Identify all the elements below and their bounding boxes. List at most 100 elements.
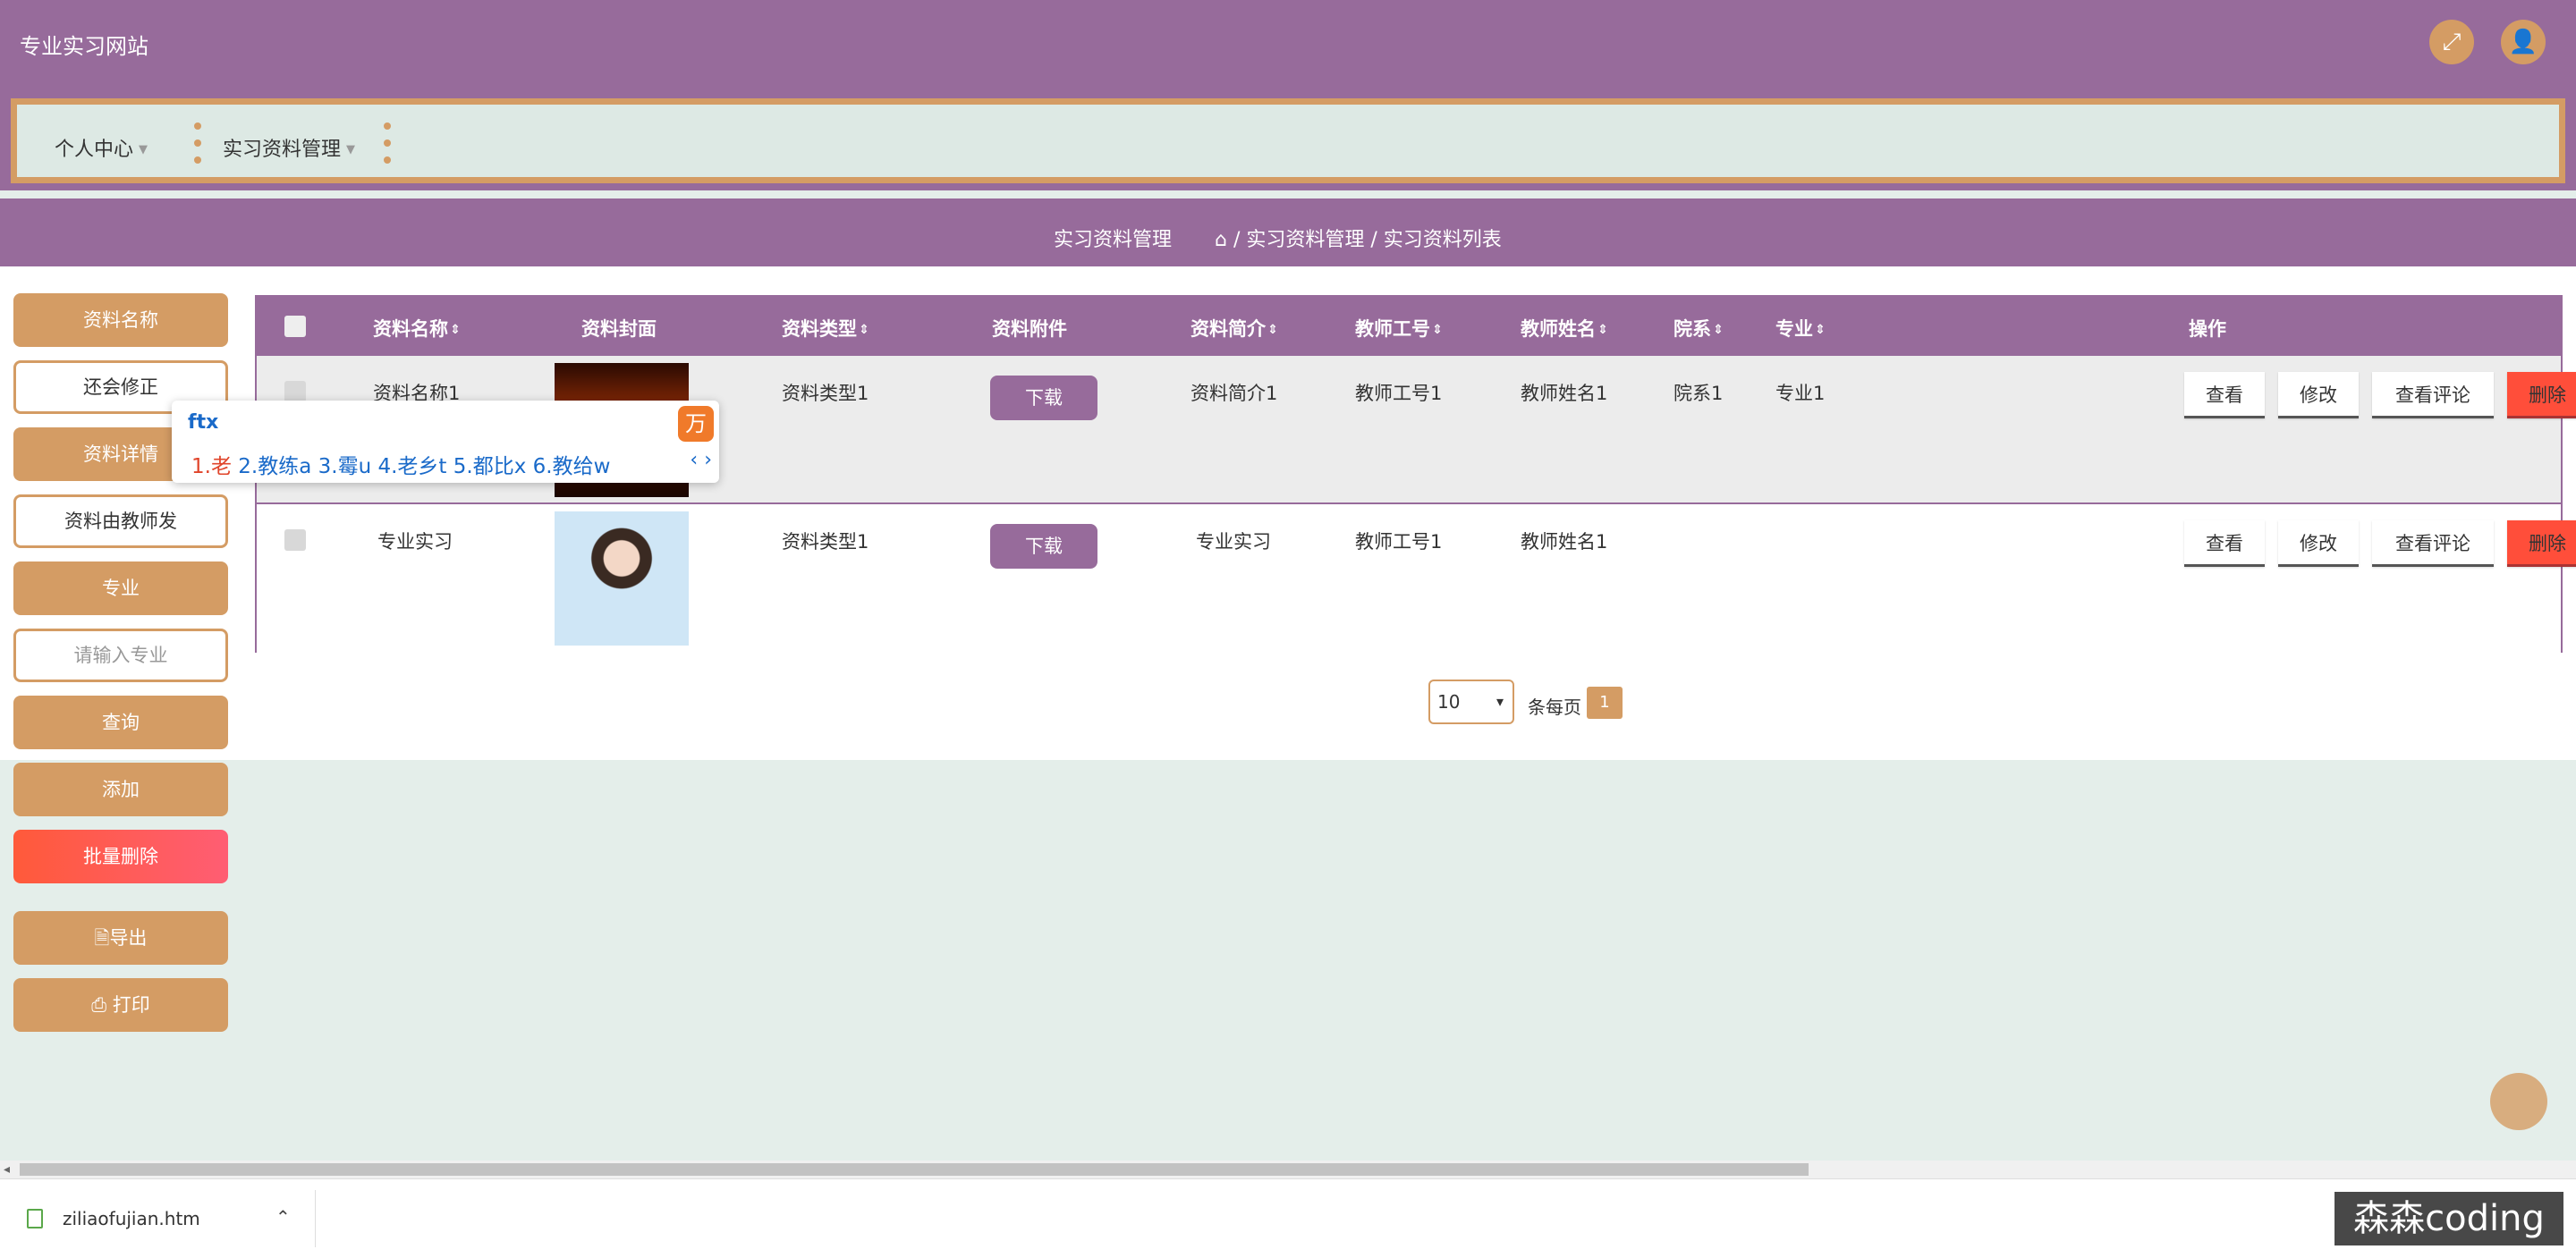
- row-checkbox[interactable]: [284, 381, 306, 402]
- site-title: 专业实习网站: [20, 34, 148, 59]
- column-header[interactable]: 院系 ⇕: [1674, 315, 1724, 342]
- cell-major: 专业1: [1775, 383, 1826, 404]
- sort-icon: ⇕: [1713, 323, 1724, 337]
- ime-candidate[interactable]: 2.教练a: [238, 455, 311, 478]
- page-title: 实习资料管理: [1054, 229, 1173, 251]
- column-header[interactable]: 专业 ⇕: [1775, 315, 1826, 342]
- select-all-checkbox[interactable]: [284, 316, 306, 337]
- print-button[interactable]: ⎙ 打印: [13, 978, 228, 1032]
- query-button[interactable]: 查询: [13, 696, 228, 749]
- chevron-up-icon[interactable]: ⌃: [275, 1206, 291, 1228]
- cell-type: 资料类型1: [782, 383, 869, 404]
- watermark: 森森coding: [2334, 1192, 2563, 1245]
- scroll-left-icon[interactable]: ◂: [4, 1161, 10, 1178]
- menu-item-material-management[interactable]: 实习资料管理 ▼: [223, 133, 355, 162]
- page-size-value: 10: [1437, 691, 1461, 713]
- row-checkbox[interactable]: [284, 529, 306, 551]
- sort-icon: ⇕: [859, 323, 869, 337]
- caret-down-icon: ▼: [346, 143, 356, 156]
- breadcrumb: ⌂ / 实习资料管理 / 实习资料列表: [1215, 224, 1502, 252]
- cell-intro: 资料简介1: [1191, 383, 1278, 404]
- page-size-select[interactable]: 10 ▾: [1428, 680, 1514, 724]
- cell-name: 专业实习: [377, 531, 453, 553]
- ime-candidate[interactable]: 5.都比x: [453, 455, 527, 478]
- print-label: 打印: [112, 994, 150, 1016]
- edit-button[interactable]: 修改: [2278, 372, 2359, 418]
- column-header[interactable]: 教师姓名 ⇕: [1521, 315, 1608, 342]
- delete-button[interactable]: 删除: [2507, 520, 2576, 567]
- chevron-down-icon: ▾: [1496, 693, 1504, 710]
- major-input[interactable]: 请输入专业: [13, 629, 228, 682]
- export-icon: 🗎: [94, 927, 110, 949]
- breadcrumb-band: 实习资料管理 ⌂ / 实习资料管理 / 实习资料列表: [0, 198, 2576, 266]
- print-icon: ⎙: [91, 994, 107, 1016]
- file-icon: [27, 1209, 43, 1228]
- cell-dept: 院系1: [1674, 383, 1724, 404]
- edit-button[interactable]: 修改: [2278, 520, 2359, 567]
- add-button[interactable]: 添加: [13, 763, 228, 816]
- menu-item-label: 实习资料管理: [223, 139, 342, 161]
- delete-button[interactable]: 删除: [2507, 372, 2576, 418]
- download-filename: ziliaofujian.htm: [63, 1208, 200, 1229]
- sort-icon: ⇕: [1815, 323, 1826, 337]
- ime-candidate[interactable]: 3.霉u: [318, 455, 372, 478]
- cell-teacher-name: 教师姓名1: [1521, 383, 1608, 404]
- cover-image: [555, 511, 689, 646]
- cell-teacher-name: 教师姓名1: [1521, 531, 1608, 553]
- download-button[interactable]: 下载: [990, 376, 1097, 420]
- ime-candidate[interactable]: 6.教给w: [533, 455, 611, 478]
- name-label: 资料名称: [13, 293, 228, 347]
- back-to-top-button[interactable]: [2490, 1073, 2547, 1130]
- ime-next-page-icon[interactable]: ‹ ›: [690, 449, 712, 471]
- table-row: 专业实习 资料类型1 下载 专业实习 教师工号1 教师姓名1 查看 修改 查看评…: [257, 504, 2576, 653]
- column-header[interactable]: 资料简介 ⇕: [1191, 315, 1278, 342]
- view-button[interactable]: 查看: [2184, 520, 2265, 567]
- export-label: 导出: [109, 927, 148, 949]
- view-button[interactable]: 查看: [2184, 372, 2265, 418]
- caret-down-icon: ▼: [139, 143, 148, 156]
- column-header[interactable]: 资料名称 ⇕: [373, 315, 461, 342]
- ime-candidate-popup: ftx 万 1.老 2.教练a 3.霉u 4.老乡t 5.都比x 6.教给w ‹…: [172, 401, 719, 483]
- cell-intro: 专业实习: [1196, 531, 1271, 553]
- page-number-button[interactable]: 1: [1587, 687, 1623, 719]
- batch-delete-button[interactable]: 批量删除: [13, 830, 228, 883]
- ime-input-code: ftx: [188, 411, 219, 434]
- menu-item-personal-center[interactable]: 个人中心 ▼: [55, 133, 148, 162]
- detail-input[interactable]: 资料由教师发: [13, 494, 228, 548]
- view-comments-button[interactable]: 查看评论: [2372, 372, 2494, 418]
- divider: [315, 1190, 316, 1247]
- column-header[interactable]: 教师工号 ⇕: [1355, 315, 1443, 342]
- scrollbar-thumb[interactable]: [20, 1163, 1809, 1176]
- cell-teacher-id: 教师工号1: [1355, 531, 1443, 553]
- column-header: 操作: [2189, 318, 2226, 340]
- column-header: 资料封面: [581, 318, 657, 340]
- menu-bar: 个人中心 ▼ 实习资料管理 ▼: [0, 89, 2576, 190]
- download-button[interactable]: 下载: [990, 524, 1097, 569]
- fullscreen-icon[interactable]: ⤢: [2429, 20, 2474, 64]
- download-item[interactable]: ziliaofujian.htm: [27, 1208, 200, 1229]
- sort-icon: ⇕: [1432, 323, 1443, 337]
- sort-icon: ⇕: [450, 323, 461, 337]
- ime-logo-icon: 万: [678, 406, 714, 442]
- ime-candidate[interactable]: 4.老乡t: [377, 455, 446, 478]
- home-icon[interactable]: ⌂: [1215, 229, 1227, 251]
- cell-teacher-id: 教师工号1: [1355, 383, 1443, 404]
- user-icon[interactable]: 👤: [2501, 20, 2546, 64]
- breadcrumb-path: / 实习资料管理 / 实习资料列表: [1233, 229, 1502, 251]
- column-header[interactable]: 资料类型 ⇕: [782, 315, 869, 342]
- menu-item-label: 个人中心: [55, 139, 134, 161]
- horizontal-scrollbar[interactable]: ◂: [0, 1161, 2576, 1178]
- table-header: 资料名称 ⇕ 资料封面 资料类型 ⇕ 资料附件 资料简介 ⇕ 教师工号 ⇕ 教师姓名 ⇕ …: [257, 297, 2561, 356]
- download-bar: ziliaofujian.htm ⌃: [0, 1178, 2576, 1258]
- ime-candidate[interactable]: 1.老: [191, 455, 232, 478]
- sort-icon: ⇕: [1597, 323, 1608, 337]
- top-bar: 专业实习网站 ⤢ 👤: [0, 0, 2576, 89]
- ime-candidates: 1.老 2.教练a 3.霉u 4.老乡t 5.都比x 6.教给w: [191, 449, 610, 479]
- sort-icon: ⇕: [1267, 323, 1278, 337]
- column-header: 资料附件: [992, 318, 1067, 340]
- per-page-label: 条每页: [1528, 697, 1581, 718]
- major-label: 专业: [13, 561, 228, 615]
- cell-type: 资料类型1: [782, 531, 869, 553]
- view-comments-button[interactable]: 查看评论: [2372, 520, 2494, 567]
- export-button[interactable]: 🗎导出: [13, 911, 228, 965]
